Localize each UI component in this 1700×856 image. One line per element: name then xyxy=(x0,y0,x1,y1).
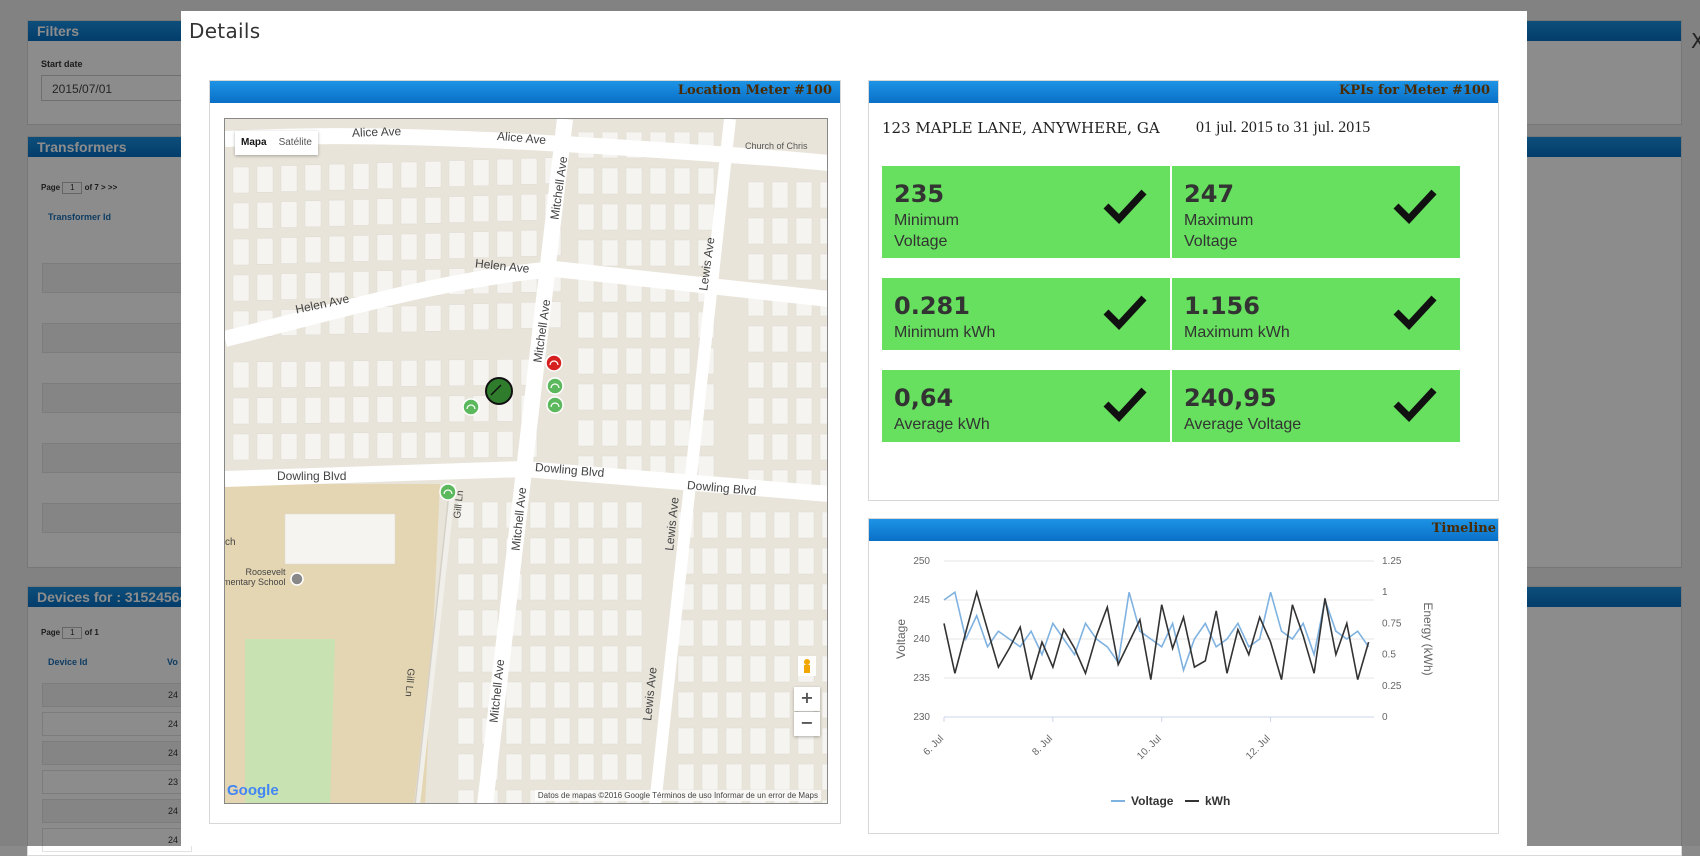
kpi-card-header: KPIs for Meter #100 xyxy=(869,81,1498,103)
y2-tick-label: 1 xyxy=(1382,587,1388,598)
map-canvas xyxy=(225,119,828,804)
church-label: Church of Chris xyxy=(745,141,808,151)
zoom-out-button[interactable]: − xyxy=(794,712,820,736)
kpi-value: 235 xyxy=(894,180,944,208)
series-line-kwh xyxy=(944,592,1369,679)
map-type-mapa[interactable]: Mapa xyxy=(235,131,273,155)
kpi-value: 247 xyxy=(1184,180,1234,208)
x-tick-label: 12. Jul xyxy=(1244,733,1273,762)
date-range: 01 jul. 2015 to 31 jul. 2015 xyxy=(1196,119,1370,137)
kpi-value: 1.156 xyxy=(1184,292,1260,320)
school-label: Roosevelt mentary School xyxy=(224,567,286,587)
kpi-tile: 240,95Average Voltage xyxy=(1172,370,1460,442)
map-type-control: Mapa Satélite xyxy=(235,131,318,155)
y2-tick-label: 0.5 xyxy=(1382,650,1396,661)
y2-tick-label: 0 xyxy=(1382,712,1388,723)
y2-tick-label: 0.75 xyxy=(1382,618,1402,629)
kpi-card: KPIs for Meter #100 123 MAPLE LANE, ANYW… xyxy=(868,80,1499,501)
kpi-tile: 247Maximum Voltage xyxy=(1172,166,1460,258)
kpi-label: Minimum kWh xyxy=(894,322,1044,343)
y2-tick-label: 0.25 xyxy=(1382,681,1402,692)
kpi-tile: 1.156Maximum kWh xyxy=(1172,278,1460,350)
legend-item: kWh xyxy=(1205,794,1230,808)
location-card: Location Meter #100 xyxy=(209,80,841,824)
location-card-header: Location Meter #100 xyxy=(210,81,840,103)
street-label: Dowling Blvd xyxy=(277,469,346,483)
ch-label: ch xyxy=(225,537,236,548)
y-axis-title: Voltage xyxy=(894,619,908,659)
modal-title: Details xyxy=(189,19,260,43)
check-icon xyxy=(1102,186,1148,226)
map-type-satellite[interactable]: Satélite xyxy=(273,131,318,155)
timeline-chart: 230 235 240 245 250 0 0.25 0.5 0.75 1 1.25 6. Jul 8.… xyxy=(869,541,1498,833)
kpi-label: Maximum Voltage xyxy=(1184,210,1264,252)
kpi-value: 240,95 xyxy=(1184,384,1277,412)
y-tick-label: 240 xyxy=(913,634,930,645)
timeline-card: Timeline 230 235 240 245 250 0 0.25 0.5 0.75 1 1.2… xyxy=(868,518,1499,834)
meter-address: 123 MAPLE LANE, ANYWHERE, GA xyxy=(882,119,1160,137)
y-tick-label: 245 xyxy=(913,595,930,606)
google-logo: Google xyxy=(227,782,279,799)
series-line-voltage xyxy=(944,592,1369,670)
kpi-label: Minimum Voltage xyxy=(894,210,974,252)
check-icon xyxy=(1392,292,1438,332)
kpi-label: Average kWh xyxy=(894,414,1044,435)
check-icon xyxy=(1102,384,1148,424)
y2-tick-label: 1.25 xyxy=(1382,556,1402,567)
kpi-label: Maximum kWh xyxy=(1184,322,1334,343)
y-tick-label: 250 xyxy=(913,556,930,567)
street-label: Alice Ave xyxy=(352,124,402,140)
check-icon xyxy=(1392,186,1438,226)
y-tick-label: 235 xyxy=(913,673,930,684)
x-tick-label: 6. Jul xyxy=(921,733,946,758)
kpi-tile: 235Minimum Voltage xyxy=(882,166,1170,258)
check-icon xyxy=(1102,292,1148,332)
legend-item: Voltage xyxy=(1131,794,1174,808)
check-icon xyxy=(1392,384,1438,424)
kpi-value: 0.281 xyxy=(894,292,970,320)
timeline-card-header: Timeline xyxy=(869,519,1498,541)
kpi-label: Average Voltage xyxy=(1184,414,1334,435)
y2-axis-title: Energy (kWh) xyxy=(1421,602,1435,675)
details-modal: Details X Location Meter #100 xyxy=(181,11,1527,846)
zoom-in-button[interactable]: + xyxy=(794,687,820,711)
kpi-value: 0,64 xyxy=(894,384,953,412)
close-button[interactable]: X xyxy=(1691,29,1700,53)
location-map[interactable]: Mapa Satélite Alice Ave Alice Ave Mitche… xyxy=(224,118,828,804)
map-attribution[interactable]: Datos de mapas ©2016 Google Términos de … xyxy=(535,790,821,801)
x-tick-label: 10. Jul xyxy=(1135,733,1164,762)
kpi-tile: 0.281Minimum kWh xyxy=(882,278,1170,350)
y-tick-label: 230 xyxy=(913,712,930,723)
x-tick-label: 8. Jul xyxy=(1030,733,1055,758)
kpi-tile: 0,64Average kWh xyxy=(882,370,1170,442)
